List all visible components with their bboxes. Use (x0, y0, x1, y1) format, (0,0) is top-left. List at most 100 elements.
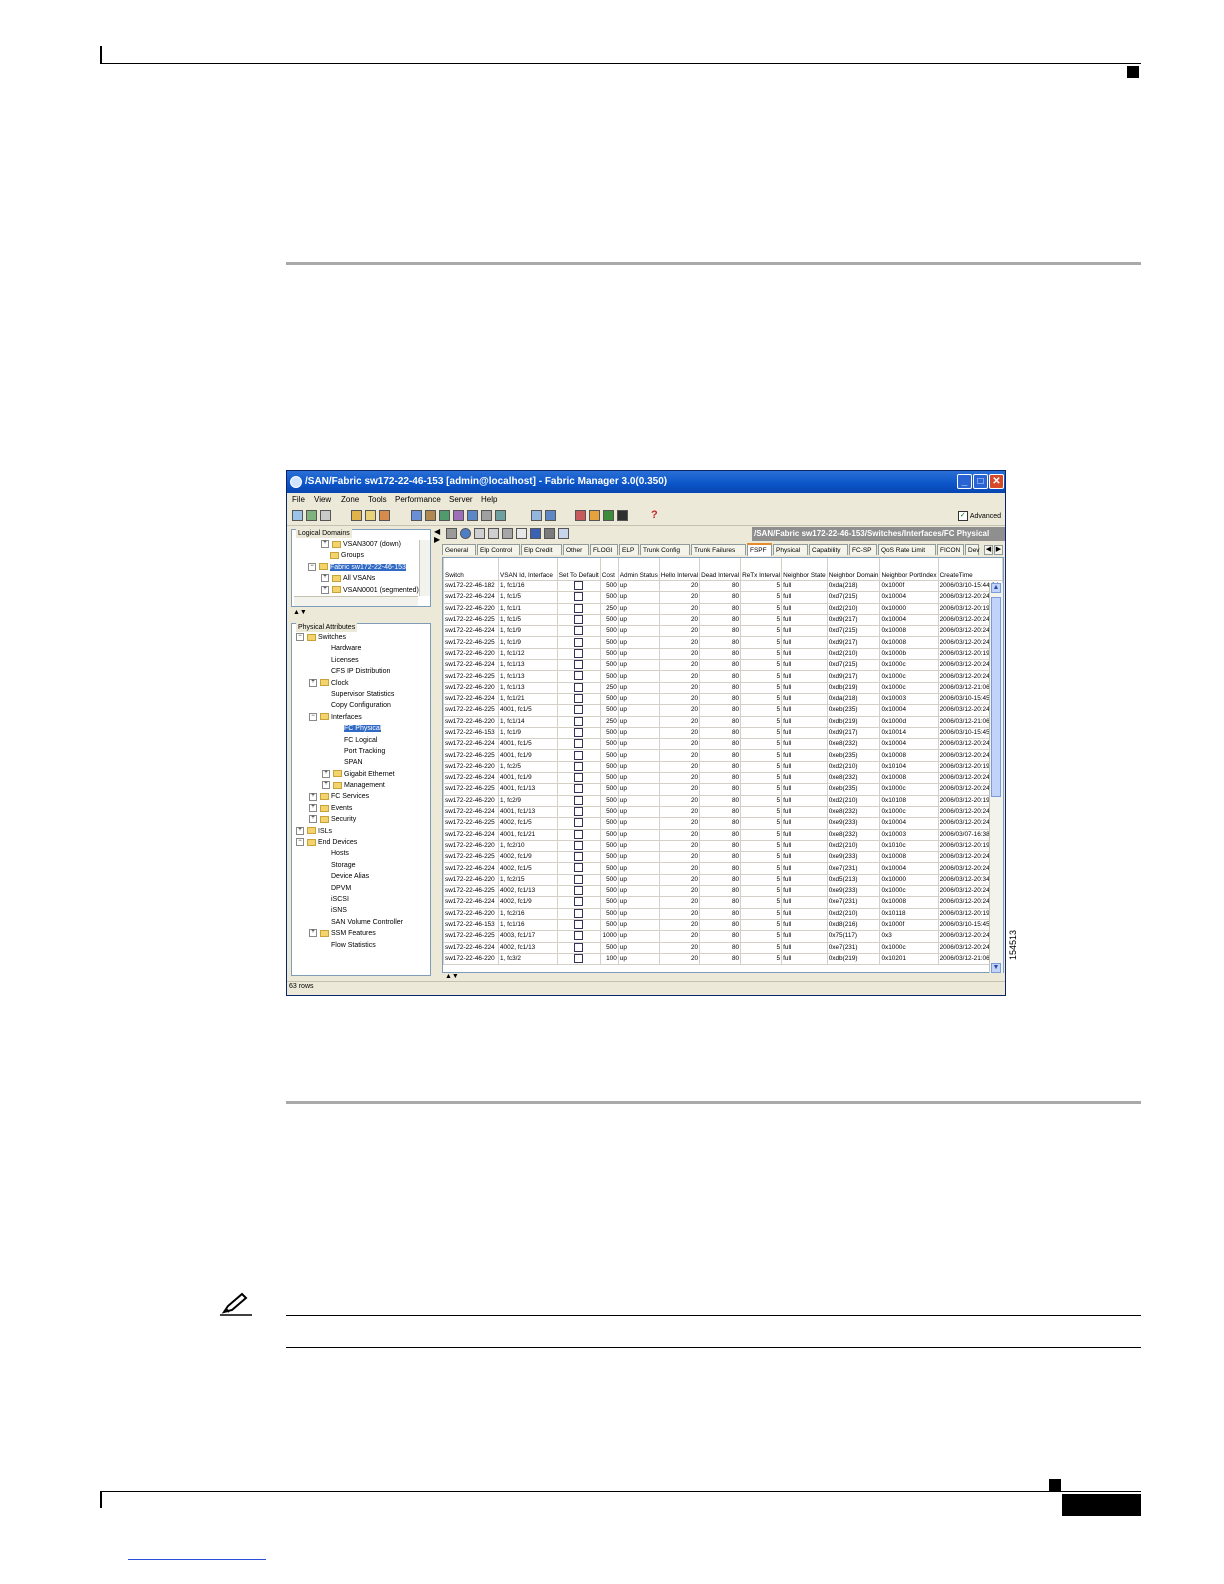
tab-fc-sp[interactable]: FC-SP (849, 544, 877, 555)
vsan-icon[interactable] (411, 510, 422, 521)
column-header[interactable]: VSAN Id, Interface (498, 558, 558, 581)
flow-icon[interactable] (545, 510, 556, 521)
tab-trunk-failures[interactable]: Trunk Failures (691, 544, 746, 555)
tab-trunk-config[interactable]: Trunk Config (640, 544, 690, 555)
tree-item[interactable]: − End Devices (296, 837, 430, 848)
tree-item[interactable]: + ISLs (296, 826, 430, 837)
table-row[interactable]: sw172-22-46-220 1, fc2/9 500 up 20 80 5 full 0xd… (443, 794, 1003, 807)
table-row[interactable]: sw172-22-46-225 1, fc1/13 500 up 20 80 5 full 0x… (443, 670, 1003, 683)
column-header[interactable]: Neighbor PortIndex (879, 558, 939, 581)
users-icon[interactable] (379, 510, 390, 521)
table-row[interactable]: sw172-22-46-224 1, fc1/5 500 up 20 80 5 full 0xd… (443, 591, 1003, 604)
table-row[interactable]: sw172-22-46-224 4002, fc1/5 500 up 20 80 5 full… (443, 862, 1003, 875)
collapse-icon[interactable]: − (296, 633, 304, 642)
expand-icon[interactable]: + (322, 769, 330, 778)
redo-icon[interactable] (516, 528, 527, 539)
copy-icon[interactable] (474, 528, 485, 539)
column-header[interactable]: Neighbor Domain (826, 558, 881, 581)
column-header[interactable]: CreateTime (937, 558, 1003, 581)
table-row[interactable]: sw172-22-46-225 4002, fc1/9 500 up 20 80 5 full… (443, 851, 1003, 864)
menu-tools[interactable]: Tools (368, 493, 387, 507)
pane-splitter-arrows[interactable]: ▲▼ (293, 609, 307, 616)
export-icon[interactable] (558, 528, 569, 539)
expand-icon[interactable]: + (321, 585, 329, 594)
set-default-checkbox[interactable] (574, 683, 584, 692)
table-row[interactable]: sw172-22-46-220 1, fc2/5 500 up 20 80 5 full 0xd… (443, 760, 1003, 774)
switch-icon[interactable] (351, 510, 362, 521)
table-row[interactable]: sw172-22-46-224 1, fc1/13 500 up 20 80 5 full 0x… (443, 659, 1003, 672)
table-row[interactable]: sw172-22-46-225 4002, fc1/5 500 up 20 80 5 full… (443, 817, 1003, 830)
tree-item[interactable]: − Fabric sw172-22-46-153 (295, 562, 417, 573)
security-icon[interactable] (575, 510, 586, 521)
set-default-checkbox[interactable] (574, 615, 584, 624)
tab-elp-control[interactable]: Elp Control (477, 544, 520, 555)
table-row[interactable]: sw172-22-46-220 1, fc1/1 250 up 20 80 5 full 0xd… (443, 602, 1003, 615)
tab-other[interactable]: Other (563, 544, 589, 555)
set-default-checkbox[interactable] (574, 784, 584, 794)
table-row[interactable]: sw172-22-46-224 4001, fc1/9 500 up 20 80 5 full… (443, 772, 1003, 785)
tree-item[interactable]: + Clock (296, 678, 430, 689)
set-default-checkbox[interactable] (574, 920, 584, 929)
tree-item[interactable]: Storage (296, 860, 430, 871)
tree-item[interactable]: DPVM (296, 883, 430, 894)
set-default-checkbox[interactable] (574, 638, 584, 647)
table-row[interactable]: sw172-22-46-220 1, fc2/15 500 up 20 80 5 full 0x… (443, 873, 1003, 887)
set-default-checkbox[interactable] (574, 852, 584, 862)
tab-general[interactable]: General (442, 544, 476, 555)
tree-item[interactable]: + Gigabit Ethernet (296, 769, 430, 780)
device-icon[interactable] (481, 510, 492, 521)
set-default-checkbox[interactable] (574, 671, 584, 681)
set-default-checkbox[interactable] (574, 886, 584, 896)
column-header[interactable]: Hello Interval (658, 558, 701, 581)
shield-icon[interactable] (589, 510, 600, 521)
tabs-scroll-left-icon[interactable]: ◀ (984, 545, 993, 555)
table-row[interactable]: sw172-22-46-220 1, fc1/14 250 up 20 80 5 full 0x… (443, 715, 1003, 728)
set-default-checkbox[interactable] (574, 909, 584, 918)
table-row[interactable]: sw172-22-46-224 4001, fc1/5 500 up 20 80 5 full… (443, 738, 1003, 751)
set-default-checkbox[interactable] (574, 694, 584, 704)
set-default-checkbox[interactable] (574, 626, 584, 636)
maximize-button[interactable]: □ (973, 474, 988, 489)
lock-icon[interactable] (365, 510, 376, 521)
binoculars-icon[interactable] (320, 510, 331, 521)
report-icon[interactable] (453, 510, 464, 521)
tree-item[interactable]: − Interfaces (296, 712, 430, 723)
table-row[interactable]: sw172-22-46-153 1, fc1/16 500 up 20 80 5 full 0x… (443, 918, 1003, 932)
tree-item[interactable]: SAN Volume Controller (296, 917, 430, 928)
monitor-icon[interactable] (531, 510, 542, 521)
chart-icon[interactable] (467, 510, 478, 521)
menu-help[interactable]: Help (481, 493, 497, 507)
tab-fspf[interactable]: FSPF (747, 543, 772, 556)
tree-item[interactable]: Port Tracking (296, 746, 430, 757)
tree-item[interactable]: + FC Services (296, 791, 430, 802)
tree-item[interactable]: Flow Statistics (296, 940, 430, 951)
collapse-icon[interactable]: − (296, 838, 304, 847)
collapse-icon[interactable]: − (308, 562, 316, 571)
set-default-checkbox[interactable] (574, 943, 584, 952)
tree-item[interactable]: + All VSANs (295, 573, 417, 584)
tree-item[interactable]: Hardware (296, 643, 430, 654)
tree-item[interactable]: + Events (296, 803, 430, 814)
set-default-checkbox[interactable] (574, 728, 584, 737)
tree-item[interactable]: Groups (295, 550, 417, 561)
trunk-icon[interactable] (439, 510, 450, 521)
expand-icon[interactable]: + (309, 792, 317, 801)
set-default-checkbox[interactable] (574, 739, 584, 749)
tree-item[interactable]: FC Logical (296, 735, 430, 746)
tree-item[interactable]: Hosts (296, 848, 430, 859)
table-row[interactable]: sw172-22-46-224 4002, fc1/9 500 up 20 80 5 full… (443, 896, 1003, 909)
tree-item[interactable]: − Switches (296, 632, 430, 643)
tab-elp[interactable]: ELP (619, 544, 639, 555)
column-header[interactable]: Admin Status (617, 558, 660, 581)
set-default-checkbox[interactable] (574, 773, 584, 783)
paste-icon[interactable] (488, 528, 499, 539)
set-default-checkbox[interactable] (574, 830, 584, 839)
set-default-checkbox[interactable] (574, 660, 584, 670)
set-default-checkbox[interactable] (574, 581, 584, 591)
menu-server[interactable]: Server (449, 493, 473, 507)
set-default-checkbox[interactable] (574, 762, 584, 771)
table-row[interactable]: sw172-22-46-153 1, fc1/9 500 up 20 80 5 full 0xd… (443, 726, 1003, 740)
table-row[interactable]: sw172-22-46-220 1, fc3/2 100 up 20 80 5 full 0xd… (443, 952, 1003, 966)
minimize-button[interactable]: _ (957, 474, 972, 489)
title-bar[interactable]: /SAN/Fabric sw172-22-46-153 [admin@local… (287, 471, 1005, 493)
